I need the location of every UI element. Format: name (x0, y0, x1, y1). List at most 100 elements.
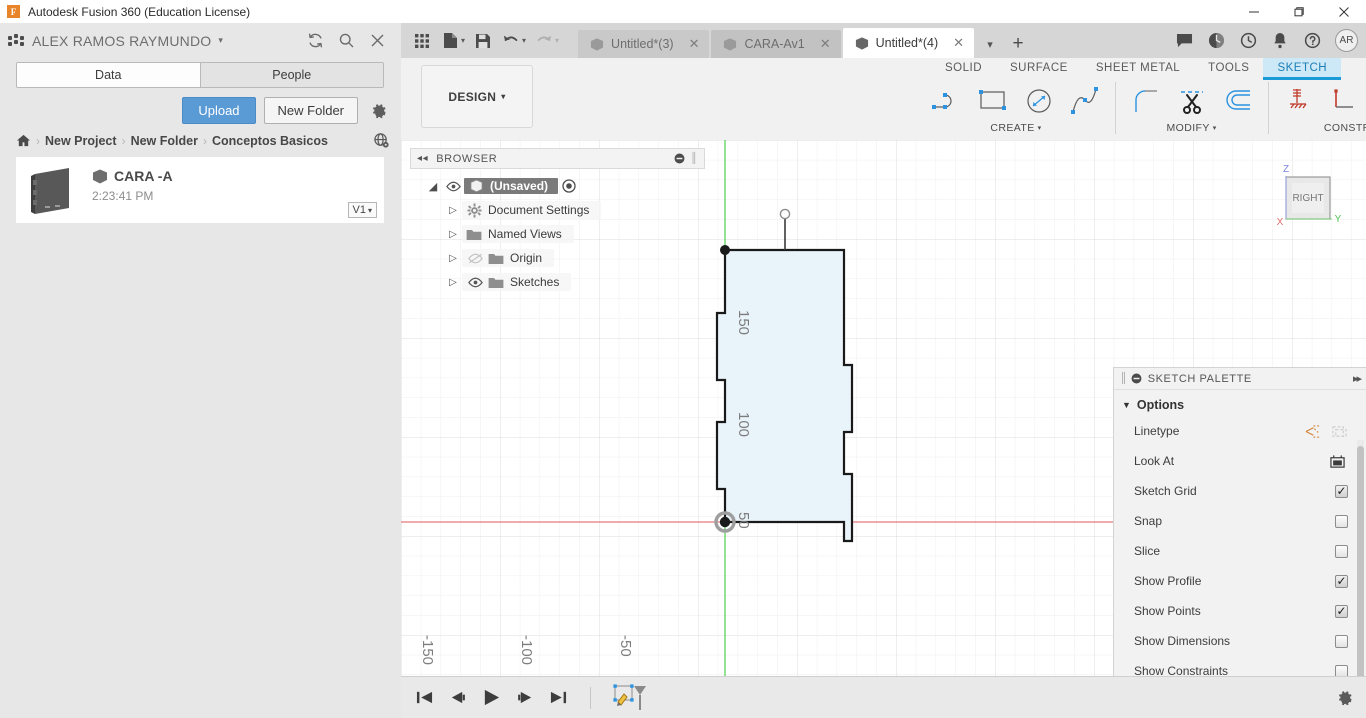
activate-radio-icon[interactable] (558, 179, 580, 193)
go-to-end-icon[interactable] (549, 689, 568, 706)
upload-button[interactable]: Upload (182, 96, 256, 124)
expand-caret-icon[interactable]: ▷ (444, 253, 462, 264)
trim-scissors-icon[interactable] (1172, 83, 1212, 119)
globe-icon[interactable] (373, 132, 390, 149)
perpendicular-icon[interactable] (1324, 83, 1364, 119)
new-file-icon[interactable] (437, 27, 463, 55)
breadcrumb-item-conceptos-basicos[interactable]: Conceptos Basicos (212, 134, 328, 148)
refresh-icon[interactable] (307, 32, 324, 49)
ribbon-tab-solid[interactable]: SOLID (931, 58, 996, 80)
eye-icon[interactable] (464, 277, 486, 288)
browser-node-document-settings[interactable]: ▷ Document Settings (410, 198, 705, 222)
undo-icon[interactable] (498, 27, 524, 55)
spline-icon[interactable] (1065, 83, 1105, 119)
close-icon[interactable] (1321, 0, 1366, 23)
close-icon[interactable]: ✕ (812, 36, 831, 52)
breadcrumb-item-new-folder[interactable]: New Folder (131, 134, 198, 148)
browser-node-origin[interactable]: ▷ Origin (410, 246, 705, 270)
search-icon[interactable] (338, 32, 355, 49)
chevron-down-icon[interactable]: ▾ (1038, 124, 1042, 132)
slice-checkbox[interactable] (1335, 544, 1348, 558)
avatar[interactable]: AR (1335, 29, 1358, 52)
snap-checkbox[interactable] (1335, 514, 1348, 528)
expand-palette-icon[interactable]: ▸▸ (1353, 372, 1362, 385)
doc-tab-untitled-4[interactable]: Untitled*(4) ✕ (842, 28, 975, 58)
file-version-selector[interactable]: V1 ▾ (347, 202, 377, 218)
minus-circle-icon[interactable] (674, 153, 685, 164)
view-cube[interactable]: RIGHT Z X Y (1268, 162, 1348, 242)
user-menu-caret-icon[interactable]: ▾ (218, 35, 223, 46)
chevron-down-icon[interactable]: ▾ (522, 36, 526, 45)
recent-icon[interactable] (1233, 26, 1263, 56)
redo-icon[interactable] (531, 27, 557, 55)
sketch-grid-checkbox[interactable]: ✓ (1335, 484, 1348, 498)
ribbon-tab-tools[interactable]: TOOLS (1194, 58, 1263, 80)
arc-icon[interactable] (927, 83, 967, 119)
breadcrumb: › New Project › New Folder › Conceptos B… (0, 130, 400, 157)
sketch-feature-icon[interactable] (613, 683, 647, 713)
ribbon-tab-surface[interactable]: SURFACE (996, 58, 1082, 80)
timeline-separator (590, 686, 591, 709)
new-folder-button[interactable]: New Folder (263, 96, 358, 124)
minus-circle-icon[interactable] (1131, 373, 1142, 384)
offset-icon[interactable] (1218, 83, 1258, 119)
browser-panel: ◂◂ BROWSER ║ ◢ (Unsaved) ▷ Document Sett… (410, 148, 705, 294)
maximize-icon[interactable] (1276, 0, 1321, 23)
linetype-construction-icon[interactable] (1304, 424, 1321, 439)
step-forward-icon[interactable] (516, 689, 535, 706)
circle-icon[interactable] (1019, 83, 1059, 119)
step-back-icon[interactable] (448, 689, 467, 706)
gear-icon[interactable] (1335, 688, 1366, 707)
go-to-beginning-icon[interactable] (415, 689, 434, 706)
collapse-left-icon[interactable]: ◂◂ (417, 153, 428, 164)
close-icon[interactable]: ✕ (681, 36, 700, 52)
notification-bell-icon[interactable] (1265, 26, 1295, 56)
file-card[interactable]: CARA -A 2:23:41 PM V1 ▾ (16, 157, 384, 223)
ribbon-tab-sheet-metal[interactable]: SHEET METAL (1082, 58, 1194, 80)
expand-caret-icon[interactable]: ▷ (444, 277, 462, 288)
workspace-selector-design[interactable]: DESIGN ▾ (421, 65, 533, 128)
linetype-centerline-icon[interactable] (1331, 424, 1348, 439)
browser-node-named-views[interactable]: ▷ Named Views (410, 222, 705, 246)
close-icon[interactable]: ✕ (945, 35, 964, 51)
doc-tab-cara-av1[interactable]: CARA-Av1 ✕ (711, 30, 841, 58)
browser-node-sketches[interactable]: ▷ Sketches (410, 270, 705, 294)
ribbon-tab-sketch[interactable]: SKETCH (1263, 58, 1342, 80)
doc-tabs-overflow-icon[interactable]: ▾ (976, 30, 1004, 58)
add-tab-button[interactable]: + (1004, 30, 1032, 58)
chevron-down-icon[interactable]: ▾ (555, 36, 559, 45)
tab-people[interactable]: People (199, 63, 383, 87)
fillet-icon[interactable] (1126, 83, 1166, 119)
expand-caret-icon[interactable]: ▷ (444, 205, 462, 216)
play-icon[interactable] (481, 688, 502, 707)
look-at-icon[interactable] (1329, 454, 1346, 469)
show-profile-checkbox[interactable]: ✓ (1335, 574, 1348, 588)
palette-section-options[interactable]: ▼ Options (1114, 390, 1366, 416)
close-panel-icon[interactable] (369, 32, 386, 49)
eye-off-icon[interactable] (464, 253, 486, 264)
grid-apps-icon[interactable] (409, 27, 435, 55)
expand-caret-icon[interactable]: ▷ (444, 229, 462, 240)
rectangle-icon[interactable] (973, 83, 1013, 119)
tab-data[interactable]: Data (17, 63, 200, 87)
expand-caret-icon[interactable]: ◢ (424, 180, 442, 193)
comment-icon[interactable] (1169, 26, 1199, 56)
grip-icon[interactable]: ║ (690, 153, 698, 164)
help-icon[interactable] (1297, 26, 1327, 56)
home-icon[interactable] (16, 133, 31, 148)
save-icon[interactable] (470, 27, 496, 55)
eye-icon[interactable] (442, 181, 464, 192)
chevron-down-icon[interactable]: ▾ (1213, 124, 1217, 132)
job-status-icon[interactable] (1201, 26, 1231, 56)
browser-node-unsaved[interactable]: ◢ (Unsaved) (410, 174, 705, 198)
breadcrumb-item-new-project[interactable]: New Project (45, 134, 117, 148)
fix-constraint-icon[interactable] (1278, 83, 1318, 119)
gear-icon[interactable] (369, 101, 388, 120)
minimize-icon[interactable] (1231, 0, 1276, 23)
team-icon[interactable] (8, 33, 24, 48)
grip-icon[interactable]: ║ (1120, 373, 1128, 384)
show-dimensions-checkbox[interactable] (1335, 634, 1348, 648)
chevron-down-icon[interactable]: ▾ (461, 36, 465, 45)
doc-tab-untitled-3[interactable]: Untitled*(3) ✕ (578, 30, 710, 58)
show-points-checkbox[interactable]: ✓ (1335, 604, 1348, 618)
